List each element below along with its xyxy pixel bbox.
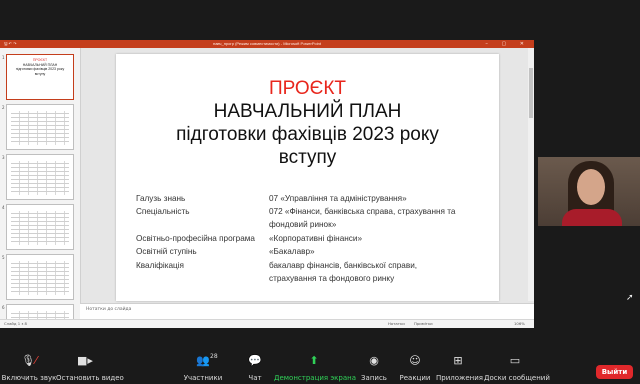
chat-label: Чат bbox=[248, 374, 262, 382]
thumbnail-number: 5 bbox=[2, 255, 5, 260]
powerpoint-window: 🖫 ↶ ↷ навч_прогр (Режим совместимости) -… bbox=[0, 40, 534, 328]
powerpoint-title-bar: 🖫 ↶ ↷ навч_прогр (Режим совместимости) -… bbox=[0, 40, 534, 48]
microphone-muted-icon: 🎙⁄ bbox=[21, 354, 37, 367]
reactions-button[interactable]: ☺ Реакции bbox=[396, 350, 434, 384]
chat-button[interactable]: 💬 Чат bbox=[240, 350, 270, 384]
thumbnail-table-preview bbox=[11, 311, 69, 319]
thumbnail-title-text: ПРОЄКТ НАВЧАЛЬНИЙ ПЛАН підготовки фахівц… bbox=[7, 58, 73, 76]
workspace: 1 ПРОЄКТ НАВЧАЛЬНИЙ ПЛАН підготовки фахі… bbox=[0, 48, 534, 320]
stop-video-button[interactable]: ■▸ Остановить видео bbox=[56, 350, 124, 384]
slide-title-line-2: НАВЧАЛЬНИЙ ПЛАН bbox=[213, 101, 402, 122]
zoom-top-strip bbox=[0, 0, 640, 40]
thumb-line-3: підготовки фахівців 2023 року bbox=[15, 67, 65, 71]
notes-placeholder: Нотатки до слайда bbox=[86, 307, 132, 312]
status-notes-button[interactable]: Нотатки bbox=[388, 321, 405, 326]
record-button[interactable]: ◉ Запись bbox=[356, 350, 392, 384]
slide-title-line-4: вступу bbox=[278, 147, 337, 168]
unmute-button[interactable]: 🎙⁄ Включить звук bbox=[0, 350, 58, 384]
slide-thumbnails-pane[interactable]: 1 ПРОЄКТ НАВЧАЛЬНИЙ ПЛАН підготовки фахі… bbox=[0, 48, 81, 319]
info-value-qualification-cont: страхування та фондового ринку bbox=[269, 274, 395, 283]
info-value-program: «Корпоративні фінанси» bbox=[269, 234, 363, 243]
info-label-program: Освітньо-професійна програма bbox=[136, 234, 255, 243]
zoom-meeting-toolbar: 🎙⁄ Включить звук ■▸ Остановить видео 👥 2… bbox=[0, 350, 640, 384]
whiteboard-icon: ▭ bbox=[509, 354, 521, 367]
info-value-specialty: 072 «Фінанси, банківська справа, страхув… bbox=[269, 207, 456, 216]
status-bar: Слайд 1 з 8 Нотатки Примітки 106% bbox=[0, 319, 534, 328]
info-value-qualification: бакалавр фінансів, банківської справи, bbox=[269, 261, 418, 270]
status-zoom-level[interactable]: 106% bbox=[514, 321, 525, 326]
thumbnail-number: 3 bbox=[2, 155, 5, 160]
participant-video[interactable] bbox=[538, 157, 640, 226]
stop-video-label: Остановить видео bbox=[56, 374, 124, 382]
record-icon: ◉ bbox=[369, 354, 379, 367]
slide-canvas[interactable]: ПРОЄКТ НАВЧАЛЬНИЙ ПЛАН підготовки фахівц… bbox=[116, 54, 499, 301]
thumbnail-number: 2 bbox=[2, 105, 5, 110]
slide-title: ПРОЄКТ НАВЧАЛЬНИЙ ПЛАН підготовки фахівц… bbox=[116, 77, 499, 169]
vertical-scrollbar[interactable] bbox=[528, 48, 534, 301]
share-screen-label: Демонстрация экрана bbox=[274, 374, 356, 382]
slide-title-line-3: підготовки фахівців 2023 року bbox=[176, 124, 439, 145]
thumbnail-number: 4 bbox=[2, 205, 5, 210]
thumbnail-table-preview bbox=[11, 161, 69, 195]
video-camera-icon: ■▸ bbox=[77, 354, 93, 367]
info-value-field: 07 «Управління та адміністрування» bbox=[269, 194, 407, 203]
info-label-specialty: Спеціальність bbox=[136, 207, 190, 216]
unmute-label: Включить звук bbox=[1, 374, 57, 382]
window-title: навч_прогр (Режим совместимости) - Micro… bbox=[213, 41, 321, 46]
info-label-degree: Освітній ступінь bbox=[136, 247, 197, 256]
thumbnail-number: 1 bbox=[2, 55, 5, 60]
scrollbar-thumb[interactable] bbox=[529, 68, 533, 118]
exit-button[interactable]: Выйти bbox=[596, 365, 633, 379]
slide-thumbnail-3[interactable]: 3 bbox=[2, 154, 74, 200]
whiteboard-label: Доски сообщений bbox=[484, 374, 550, 382]
window-controls[interactable]: – ▢ ✕ bbox=[485, 40, 530, 48]
thumb-line-4: вступу bbox=[34, 71, 46, 76]
thumbnail-table-preview bbox=[11, 261, 69, 295]
apps-icon: ⊞ bbox=[453, 354, 463, 367]
participants-button[interactable]: 👥 28 Участники bbox=[182, 350, 224, 384]
info-value-specialty-cont: фондовий ринок» bbox=[269, 220, 337, 229]
record-label: Запись bbox=[361, 374, 387, 382]
apps-button[interactable]: ⊞ Приложения bbox=[436, 350, 483, 384]
participants-label: Участники bbox=[183, 374, 223, 382]
slide-thumbnail-4[interactable]: 4 bbox=[2, 204, 74, 250]
notes-pane[interactable]: Нотатки до слайда bbox=[80, 303, 534, 320]
info-value-degree: «Бакалавр» bbox=[269, 247, 315, 256]
slide-thumbnail-5[interactable]: 5 bbox=[2, 254, 74, 300]
share-screen-icon: ⬆ bbox=[309, 354, 319, 367]
thumbnail-table-preview bbox=[11, 111, 69, 145]
whiteboard-button[interactable]: ▭ Доски сообщений bbox=[484, 350, 550, 384]
thumbnail-number: 6 bbox=[2, 305, 5, 310]
info-label-qualification: Кваліфікація bbox=[136, 261, 184, 270]
reactions-icon: ☺ bbox=[409, 354, 421, 367]
mouse-pointer-icon: ➚ bbox=[626, 293, 634, 303]
info-label-field: Галузь знань bbox=[136, 194, 186, 203]
share-screen-button[interactable]: ⬆ Демонстрация экрана bbox=[274, 350, 356, 384]
apps-label: Приложения bbox=[436, 374, 483, 382]
status-slide-info: Слайд 1 з 8 bbox=[4, 321, 27, 326]
thumbnail-table-preview bbox=[11, 211, 69, 245]
status-comments-button[interactable]: Примітки bbox=[414, 321, 433, 326]
participants-count: 28 bbox=[210, 353, 218, 360]
reactions-label: Реакции bbox=[399, 374, 431, 382]
participant-face bbox=[577, 169, 605, 205]
participant-body bbox=[562, 209, 622, 226]
slide-thumbnail-2[interactable]: 2 bbox=[2, 104, 74, 150]
chat-icon: 💬 bbox=[248, 354, 262, 367]
slide-thumbnail-1[interactable]: 1 ПРОЄКТ НАВЧАЛЬНИЙ ПЛАН підготовки фахі… bbox=[2, 54, 74, 100]
slide-title-project: ПРОЄКТ bbox=[268, 78, 347, 99]
slide-thumbnail-6[interactable]: 6 bbox=[2, 304, 74, 319]
